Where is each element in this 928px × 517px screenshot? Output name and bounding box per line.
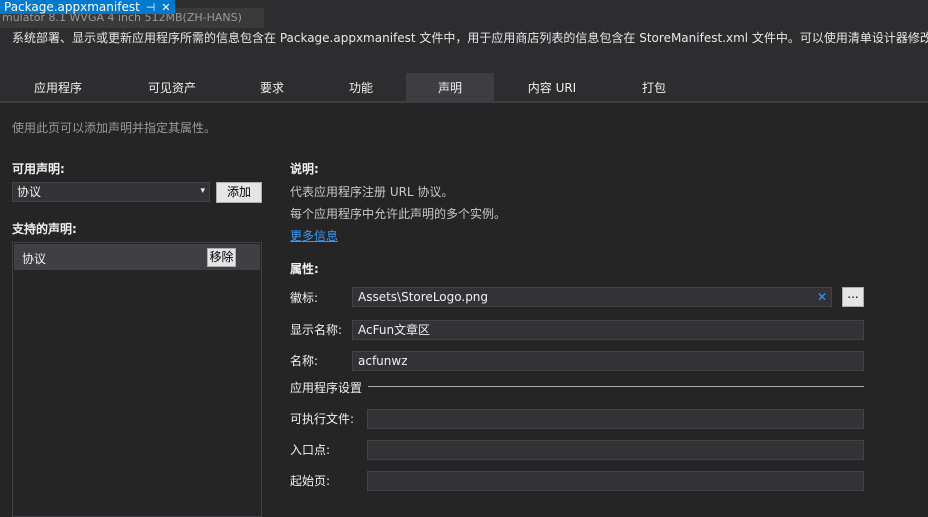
designer-tabs: 应用程序 可见资产 要求 功能 声明 内容 URI 打包 <box>0 73 928 101</box>
tab-declarations[interactable]: 声明 <box>406 73 494 101</box>
logo-field[interactable]: Assets\StoreLogo.png <box>352 287 832 307</box>
app-settings-label: 应用程序设置 <box>290 381 363 395</box>
dropdown-arrow-icon: ▾ <box>200 186 205 196</box>
clear-icon[interactable]: ✕ <box>817 290 827 304</box>
logo-field-value: Assets\StoreLogo.png <box>358 290 489 304</box>
more-info-link[interactable]: 更多信息 <box>290 227 338 244</box>
document-tab[interactable]: Package.appxmanifest ⊣ ✕ <box>0 0 175 14</box>
name-value: acfunwz <box>358 354 408 368</box>
name-field[interactable]: acfunwz <box>352 351 864 371</box>
available-declarations-label: 可用声明: <box>12 162 65 176</box>
entry-point-label: 入口点: <box>290 443 331 457</box>
display-name-field[interactable]: AcFun文章区 <box>352 320 864 340</box>
tab-content-uris[interactable]: 内容 URI <box>494 73 610 101</box>
tab-packaging[interactable]: 打包 <box>610 73 698 101</box>
executable-label: 可执行文件: <box>290 412 355 426</box>
start-page-field[interactable] <box>367 471 864 491</box>
app-settings-divider <box>368 386 864 387</box>
browse-button[interactable]: ... <box>842 287 864 307</box>
close-icon[interactable]: ✕ <box>161 1 170 14</box>
tab-visual-assets[interactable]: 可见资产 <box>116 73 228 101</box>
executable-field[interactable] <box>367 409 864 429</box>
name-label: 名称: <box>290 354 319 368</box>
manifest-description: 系统部署、显示或更新应用程序所需的信息包含在 Package.appxmanif… <box>12 31 928 45</box>
description-line-2: 每个应用程序中允许此声明的多个实例。 <box>290 207 507 221</box>
tab-requirements[interactable]: 要求 <box>228 73 316 101</box>
properties-label: 属性: <box>290 262 319 276</box>
display-name-label: 显示名称: <box>290 323 343 337</box>
pin-icon[interactable]: ⊣ <box>146 1 156 14</box>
description-label: 说明: <box>290 162 319 176</box>
document-tab-title: Package.appxmanifest <box>4 0 140 14</box>
tab-application[interactable]: 应用程序 <box>0 73 116 101</box>
add-button[interactable]: 添加 <box>216 182 262 203</box>
available-declarations-select[interactable]: 协议 ▾ <box>12 182 210 202</box>
supported-declarations-label: 支持的声明: <box>12 222 77 236</box>
list-item-label: 协议 <box>22 252 47 266</box>
display-name-value: AcFun文章区 <box>358 323 431 337</box>
entry-point-field[interactable] <box>367 440 864 460</box>
page-hint: 使用此页可以添加声明并指定其属性。 <box>12 121 217 135</box>
tab-capabilities[interactable]: 功能 <box>316 73 406 101</box>
start-page-label: 起始页: <box>290 474 331 488</box>
logo-label: 徽标: <box>290 291 319 305</box>
available-declarations-value: 协议 <box>17 185 42 199</box>
description-line-1: 代表应用程序注册 URL 协议。 <box>290 185 454 199</box>
remove-button[interactable]: 移除 <box>207 248 236 267</box>
supported-declarations-list[interactable] <box>12 242 262 517</box>
